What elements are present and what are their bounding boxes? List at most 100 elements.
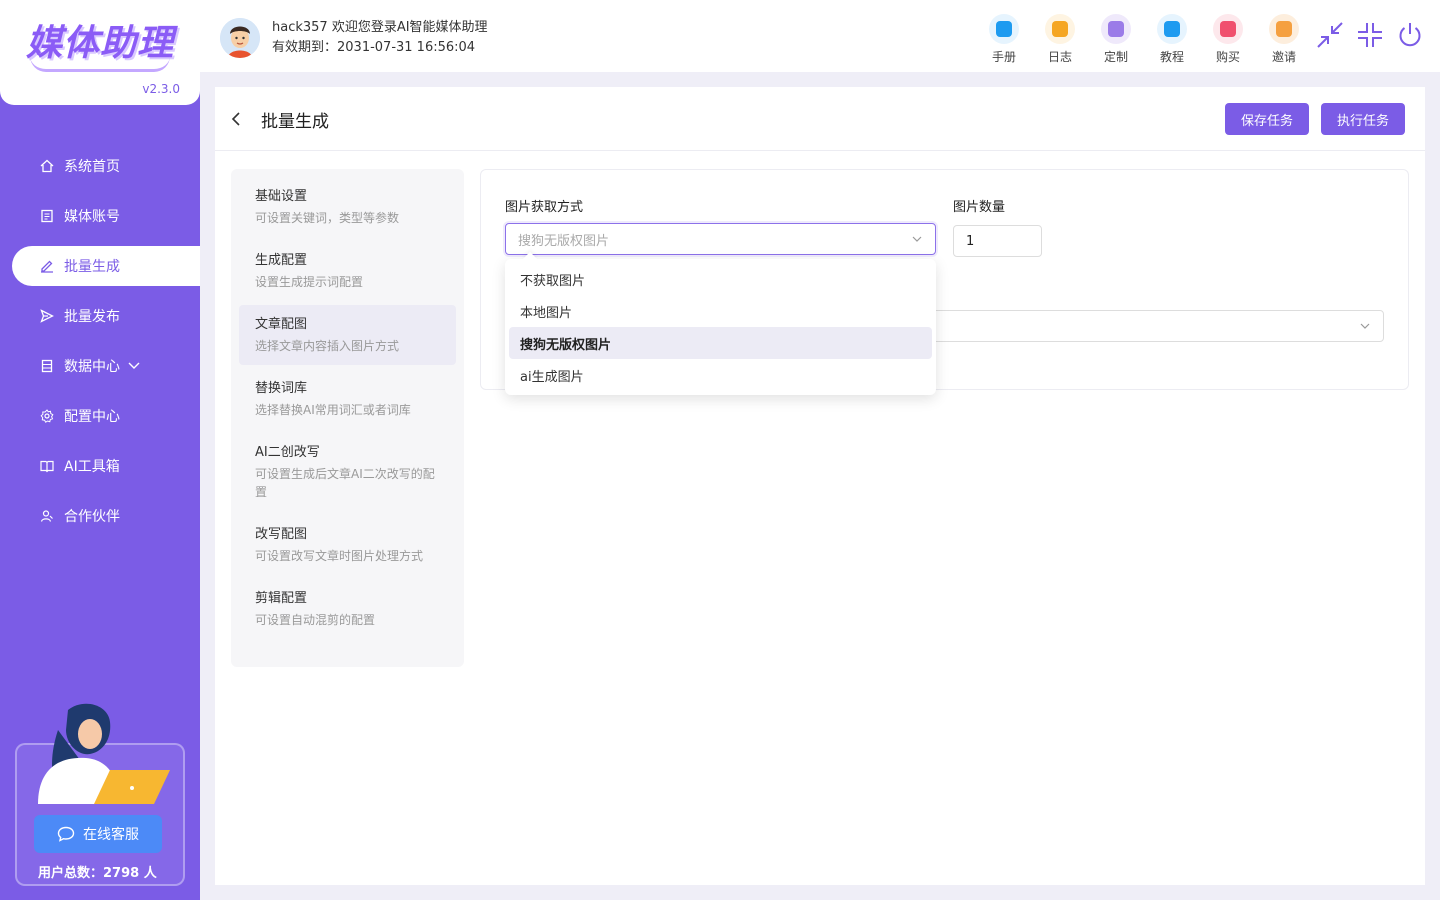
sidebar-item-accounts[interactable]: 媒体账号 [0,191,200,241]
avatar[interactable] [220,18,260,58]
run-task-button[interactable]: 执行任务 [1321,103,1406,135]
step-basic-settings[interactable]: 基础设置 可设置关键词，类型等参数 [239,177,456,237]
tool-label: 教程 [1159,50,1184,64]
step-desc: 可设置自动混剪的配置 [255,613,376,627]
send-icon [40,309,54,323]
sidebar-item-partners[interactable]: 合作伙伴 [0,491,200,541]
edit-icon [40,259,54,273]
step-desc: 设置生成提示词配置 [255,275,364,289]
step-rewrite-images[interactable]: 改写配图 可设置改写文章时图片处理方式 [239,515,456,575]
sidebar-item-label: 系统首页 [64,159,120,175]
online-service-button[interactable]: 在线客服 [34,815,162,853]
sidebar-item-batch-generate[interactable]: 批量生成 [12,246,200,286]
sidebar-item-label: 合作伙伴 [64,509,120,525]
step-title: 生成配置 [255,253,308,268]
step-title: 剪辑配置 [255,591,308,606]
main-content: 批量生成 保存任务 执行任务 基础设置 可设置关键词，类型等参数 生成配置 设置… [215,87,1425,885]
illustration [28,700,178,810]
tool-buy[interactable]: 购买 [1200,14,1256,65]
page-title: 批量生成 [261,112,329,132]
online-service-label: 在线客服 [83,827,139,843]
logo-area: 媒体助理 v2.3.0 [0,0,200,105]
minimize-icon[interactable] [1315,20,1345,50]
tool-log[interactable]: 日志 [1032,14,1088,65]
dropdown-option-selected[interactable]: 搜狗无版权图片 [509,327,932,359]
sidebar-item-label: 媒体账号 [64,209,120,225]
steps-panel: 基础设置 可设置关键词，类型等参数 生成配置 设置生成提示词配置 文章配图 选择… [231,169,464,667]
tool-label: 手册 [991,50,1016,64]
tool-invite[interactable]: 邀请 [1256,14,1312,65]
image-source-select[interactable]: 搜狗无版权图片 [505,223,936,255]
gear-icon [40,409,54,423]
image-count-input[interactable]: 1 [953,225,1042,257]
back-icon[interactable] [231,109,247,129]
step-article-images[interactable]: 文章配图 选择文章内容插入图片方式 [239,305,456,365]
chevron-down-icon [1359,320,1371,332]
collapse-icon[interactable] [1355,20,1385,50]
custom-icon [1101,14,1131,44]
image-source-label: 图片获取方式 [505,200,584,215]
invite-icon [1269,14,1299,44]
step-desc: 可设置生成后文章AI二次改写的配置 [255,467,435,499]
manual-icon [989,14,1019,44]
sidebar-item-config-center[interactable]: 配置中心 [0,391,200,441]
database-icon [40,359,54,373]
step-title: 改写配图 [255,527,308,542]
sidebar-item-label: 批量生成 [64,259,120,275]
sidebar-item-home[interactable]: 系统首页 [0,141,200,191]
sidebar-item-ai-toolbox[interactable]: AI工具箱 [0,441,200,491]
home-icon [40,159,54,173]
dropdown-option[interactable]: ai生成图片 [509,359,932,391]
chat-icon [57,826,75,842]
account-icon [40,209,54,223]
step-desc: 选择替换AI常用词汇或者词库 [255,403,411,417]
save-task-button[interactable]: 保存任务 [1225,103,1310,135]
step-title: 文章配图 [255,317,308,332]
step-title: 基础设置 [255,189,308,204]
tool-label: 日志 [1047,50,1072,64]
expiry-text: 有效期到：2031-07-31 16:56:04 [272,40,476,55]
content-header: 批量生成 保存任务 执行任务 [215,87,1425,151]
version-label: v2.3.0 [142,82,180,96]
tutorial-icon [1157,14,1187,44]
sidebar-item-data-center[interactable]: 数据中心 [0,341,200,391]
book-icon [40,459,54,473]
step-desc: 可设置关键词，类型等参数 [255,211,400,225]
tool-custom[interactable]: 定制 [1088,14,1144,65]
tool-manual[interactable]: 手册 [976,14,1032,65]
sidebar-item-label: AI工具箱 [64,459,120,475]
step-replace-lexicon[interactable]: 替换词库 选择替换AI常用词汇或者词库 [239,369,456,429]
chevron-up-icon [911,233,923,245]
users-total: 用户总数：2798 人 [38,866,157,881]
tool-label: 购买 [1215,50,1240,64]
sidebar-item-label: 批量发布 [64,309,120,325]
tool-label: 定制 [1103,50,1128,64]
logo-swoosh [30,56,170,72]
top-header: hack357 欢迎您登录AI智能媒体助理 有效期到：2031-07-31 16… [200,0,1440,72]
sidebar-item-label: 数据中心 [64,359,120,375]
tool-tutorial[interactable]: 教程 [1144,14,1200,65]
partner-icon [40,509,54,523]
step-title: AI二创改写 [255,445,320,460]
power-icon[interactable] [1395,20,1425,50]
dropdown-option[interactable]: 不获取图片 [509,263,932,295]
buy-icon [1213,14,1243,44]
user-info: hack357 欢迎您登录AI智能媒体助理 有效期到：2031-07-31 16… [272,18,488,58]
chevron-down-icon [128,359,140,373]
image-source-dropdown: 不获取图片 本地图片 搜狗无版权图片 ai生成图片 [505,251,936,395]
dropdown-option[interactable]: 本地图片 [509,295,932,327]
sidebar-nav: 系统首页 媒体账号 批量生成 批量发布 数据中心 配置中心 AI工具箱 合作伙伴 [0,141,200,541]
header-tools: 手册 日志 定制 教程 购买 邀请 [976,14,1312,65]
welcome-text: hack357 欢迎您登录AI智能媒体助理 [272,20,488,35]
step-desc: 选择文章内容插入图片方式 [255,339,400,353]
image-count-label: 图片数量 [953,200,1006,215]
image-source-placeholder: 搜狗无版权图片 [518,233,610,249]
sidebar-item-batch-publish[interactable]: 批量发布 [0,291,200,341]
sidebar: 媒体助理 v2.3.0 系统首页 媒体账号 批量生成 批量发布 数据中心 配置中… [0,0,200,900]
step-edit-config[interactable]: 剪辑配置 可设置自动混剪的配置 [239,579,456,639]
tool-label: 邀请 [1271,50,1296,64]
step-generate-config[interactable]: 生成配置 设置生成提示词配置 [239,241,456,301]
step-ai-rewrite[interactable]: AI二创改写 可设置生成后文章AI二次改写的配置 [239,433,456,511]
sidebar-item-label: 配置中心 [64,409,120,425]
log-icon [1045,14,1075,44]
